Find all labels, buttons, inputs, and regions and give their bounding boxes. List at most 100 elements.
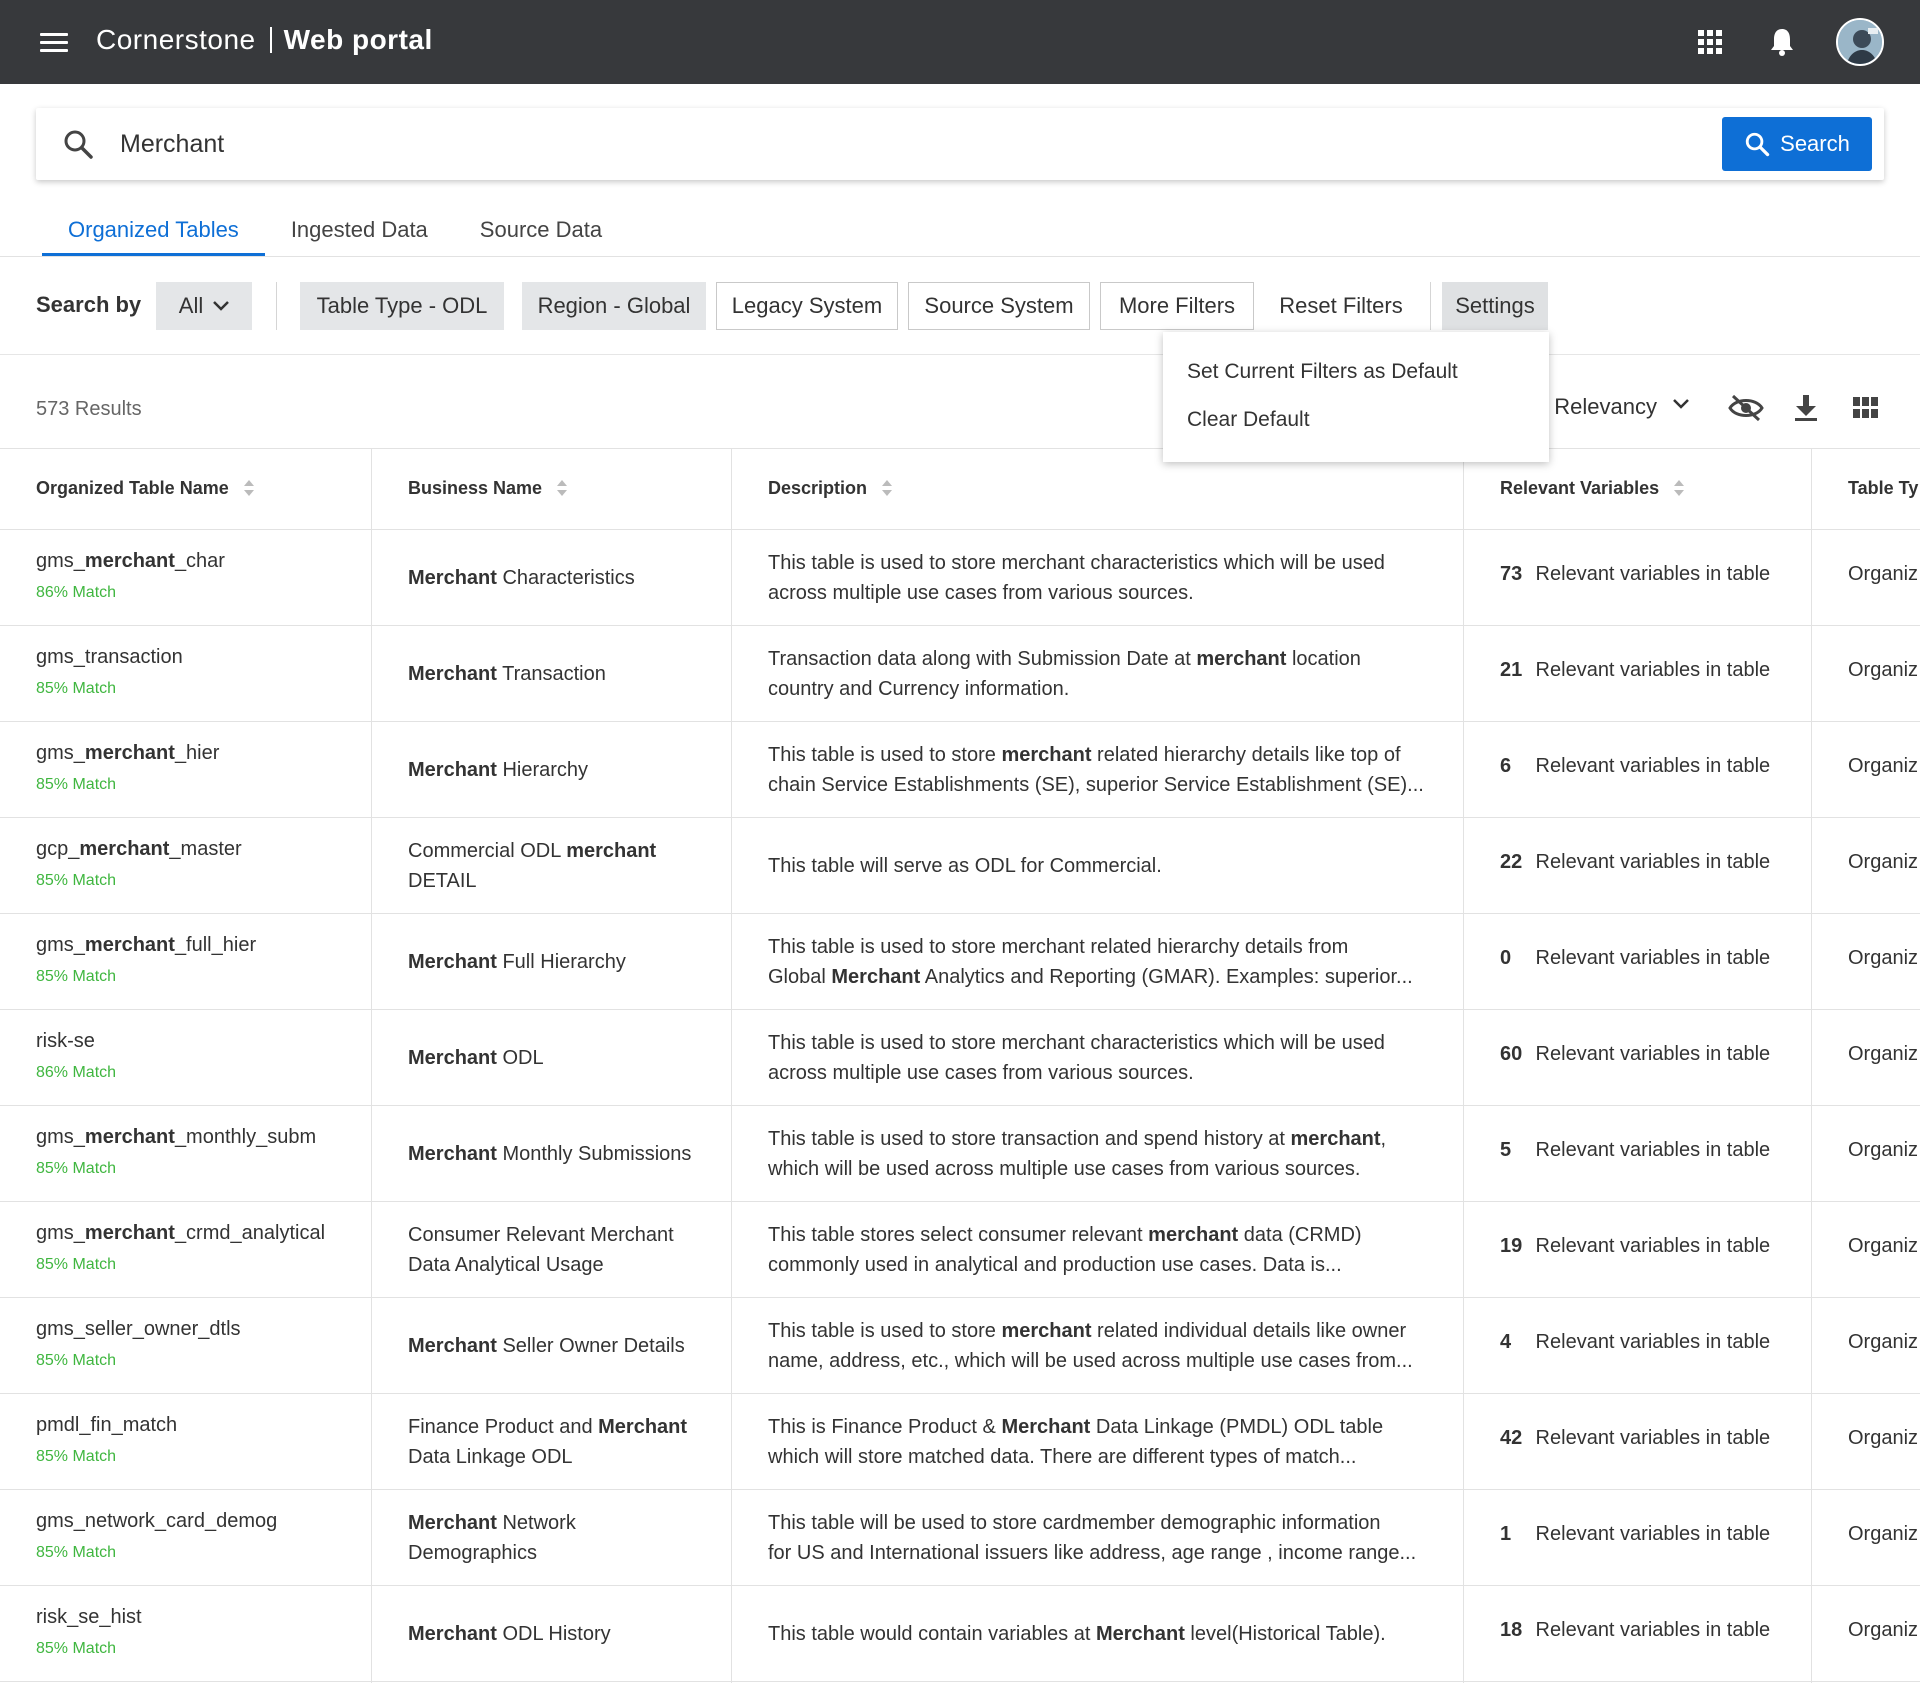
chevron-down-icon	[213, 301, 230, 311]
search-button[interactable]: Search	[1722, 117, 1872, 171]
apps-grid-icon[interactable]	[1690, 22, 1730, 62]
table-name-link[interactable]: gcp_merchant_master	[36, 838, 242, 861]
table-type: Organiz	[1848, 1331, 1919, 1353]
chevron-down-icon[interactable]	[1672, 398, 1690, 410]
grid-view-icon[interactable]	[1846, 390, 1886, 426]
table-row[interactable]: gms_seller_owner_dtls 85% Match Merchant S…	[0, 1298, 1920, 1394]
tab-source-data[interactable]: Source Data	[454, 210, 628, 256]
eye-off-icon[interactable]	[1726, 390, 1766, 426]
table-name-text: gms_seller_owner_dtls	[36, 1318, 241, 1340]
description-line: This table is used to store merchant rel…	[768, 1316, 1458, 1346]
bell-icon[interactable]	[1762, 22, 1802, 62]
description-text: data (CRMD)	[1238, 1224, 1362, 1246]
relevant-variables: 19 Relevant variables in table	[1500, 1235, 1770, 1258]
table-row[interactable]: pmdl_fin_match 85% Match Finance Product a…	[0, 1394, 1920, 1490]
column-header-business-name[interactable]: Business Name	[408, 478, 568, 499]
column-header-table-type[interactable]: Table Ty	[1848, 478, 1918, 499]
relevant-variables-count: 19	[1500, 1235, 1523, 1257]
hamburger-icon[interactable]	[40, 33, 68, 53]
table-name-link[interactable]: risk-se	[36, 1030, 95, 1053]
match-score: 86% Match	[36, 1064, 117, 1081]
filter-source-system[interactable]: Source System	[908, 282, 1090, 330]
search-by-value: All	[178, 293, 204, 318]
table-type: Organiz	[1848, 1427, 1919, 1449]
table-name-link[interactable]: gms_merchant_char	[36, 550, 225, 573]
search-by-select[interactable]: All	[156, 282, 252, 330]
sort-icon[interactable]	[243, 479, 255, 499]
sort-icon[interactable]	[556, 479, 568, 499]
table-name-text: gms_	[36, 742, 85, 764]
business-name-text: Transaction	[496, 663, 606, 685]
description-line: This table would contain variables at Me…	[768, 1619, 1458, 1649]
relevant-variables-count: 1	[1500, 1523, 1512, 1545]
filter-table-type[interactable]: Table Type - ODL	[300, 282, 504, 330]
download-icon[interactable]	[1786, 390, 1826, 426]
relevant-variables-label: Relevant variables in table	[1530, 947, 1771, 969]
relevant-variables-count: 60	[1500, 1043, 1523, 1065]
filter-region[interactable]: Region - Global	[522, 282, 706, 330]
match-score: 85% Match	[36, 968, 117, 985]
table-name-link[interactable]: gms_seller_owner_dtls	[36, 1318, 241, 1341]
menu-item-set-default[interactable]: Set Current Filters as Default	[1187, 360, 1458, 384]
business-name-line: Merchant ODL History	[408, 1619, 718, 1649]
relevant-variables: 1 Relevant variables in table	[1500, 1523, 1770, 1546]
business-name-line: Finance Product and Merchant	[408, 1412, 718, 1442]
table-name-link[interactable]: gms_merchant_full_hier	[36, 934, 256, 957]
table-name-link[interactable]: gms_merchant_crmd_analytical	[36, 1222, 325, 1245]
brand-name: Cornerstone	[96, 24, 256, 55]
column-header-table-name[interactable]: Organized Table Name	[36, 478, 255, 499]
relevant-variables-label: Relevant variables in table	[1530, 1523, 1771, 1545]
business-name-text: Monthly Submissions	[496, 1143, 692, 1165]
description-text: This table will serve as ODL for Commerc…	[768, 855, 1162, 877]
reset-filters-button[interactable]: Reset Filters	[1264, 282, 1418, 330]
description: This table is used to store transaction …	[768, 1124, 1458, 1184]
filter-divider-line	[0, 354, 1920, 355]
table-name-link[interactable]: risk_se_hist	[36, 1606, 142, 1629]
business-name: Merchant ODL	[408, 1043, 718, 1073]
table-row[interactable]: gcp_merchant_master 85% Match Commercial O…	[0, 818, 1920, 914]
avatar[interactable]	[1836, 18, 1884, 66]
business-name-text: Consumer Relevant Merchant	[408, 1224, 674, 1246]
table-name-text: _crmd_analytical	[174, 1222, 326, 1244]
table-name-link[interactable]: gms_transaction	[36, 646, 183, 669]
settings-button[interactable]: Settings	[1442, 282, 1548, 330]
business-name-line: Commercial ODL merchant	[408, 836, 718, 866]
sort-icon[interactable]	[881, 479, 893, 499]
description-text: Data Linkage (PMDL) ODL table	[1090, 1416, 1384, 1438]
search-input[interactable]	[120, 122, 1420, 166]
more-filters-button[interactable]: More Filters	[1100, 282, 1254, 330]
tab-ingested-data[interactable]: Ingested Data	[265, 210, 454, 256]
table-row[interactable]: gms_merchant_hier 85% Match Merchant Hiera…	[0, 722, 1920, 818]
table-name-link[interactable]: gms_merchant_hier	[36, 742, 219, 765]
description-line: This table stores select consumer releva…	[768, 1220, 1458, 1250]
sort-icon[interactable]	[1673, 479, 1685, 499]
column-header-description[interactable]: Description	[768, 478, 893, 499]
table-name-text: _char	[174, 550, 225, 572]
table-row[interactable]: gms_merchant_monthly_subm 85% Match Mercha…	[0, 1106, 1920, 1202]
table-name-link[interactable]: gms_merchant_monthly_subm	[36, 1126, 316, 1149]
filter-legacy-system[interactable]: Legacy System	[716, 282, 898, 330]
table-row[interactable]: gms_network_card_demog 85% Match Merchant …	[0, 1490, 1920, 1586]
relevant-variables-label: Relevant variables in table	[1530, 1235, 1771, 1257]
table-row[interactable]: gms_transaction 85% Match Merchant Transac…	[0, 626, 1920, 722]
table-row[interactable]: gms_merchant_full_hier 85% Match Merchant …	[0, 914, 1920, 1010]
sort-select[interactable]: : Relevancy	[1542, 394, 1657, 420]
table-name-link[interactable]: pmdl_fin_match	[36, 1414, 177, 1437]
relevant-variables-label: Relevant variables in table	[1530, 1331, 1771, 1353]
relevant-variables-count: 22	[1500, 851, 1523, 873]
menu-item-clear-default[interactable]: Clear Default	[1187, 408, 1310, 432]
column-header-relevant-variables[interactable]: Relevant Variables	[1500, 478, 1685, 499]
description: Transaction data along with Submission D…	[768, 644, 1458, 704]
table-row[interactable]: gms_merchant_crmd_analytical 85% Match Con…	[0, 1202, 1920, 1298]
table-row[interactable]: gms_merchant_char 86% Match Merchant Chara…	[0, 530, 1920, 626]
table-name-link[interactable]: gms_network_card_demog	[36, 1510, 277, 1533]
app-brand[interactable]: Cornerstone Web portal	[96, 24, 433, 56]
relevant-variables-count: 5	[1500, 1139, 1512, 1161]
tab-organized-tables[interactable]: Organized Tables	[42, 210, 265, 256]
table-row[interactable]: risk_se_hist 85% Match Merchant ODL Histor…	[0, 1586, 1920, 1682]
table-row[interactable]: risk-se 86% Match Merchant ODL This table i…	[0, 1010, 1920, 1106]
table-name-text: merchant	[84, 550, 175, 572]
business-name-text: Network	[496, 1512, 576, 1534]
business-name-text: Merchant	[408, 1623, 497, 1645]
business-name: Merchant Seller Owner Details	[408, 1331, 718, 1361]
